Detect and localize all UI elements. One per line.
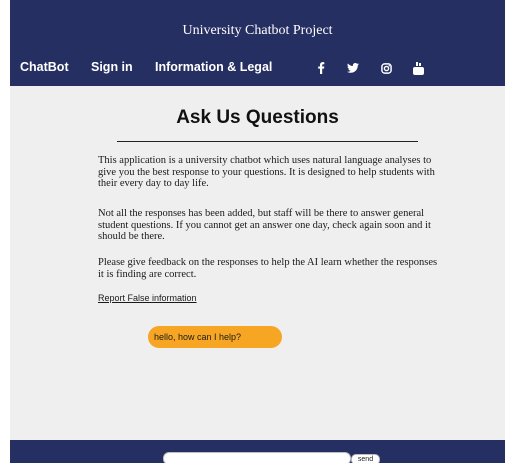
responses-paragraph: Not all the responses has been added, bu…	[98, 208, 431, 242]
nav-link-chatbot[interactable]: ChatBot	[20, 60, 69, 74]
chat-message-bubble: hello, how can I help?	[148, 326, 282, 348]
nav-bar: ChatBot Sign in Information & Legal	[10, 60, 505, 80]
send-button[interactable]: send	[351, 454, 380, 463]
report-false-information-link[interactable]: Report False information	[98, 293, 197, 303]
page-title: Ask Us Questions	[176, 107, 339, 128]
app-frame: University Chatbot Project ChatBot Sign …	[10, 0, 505, 463]
feedback-paragraph: Please give feedback on the responses to…	[98, 257, 438, 280]
title-divider	[117, 141, 418, 142]
chat-footer-bar: send	[10, 440, 505, 463]
chat-input[interactable]	[163, 452, 351, 463]
youtube-glyph	[412, 61, 424, 75]
nav-link-information-legal[interactable]: Information & Legal	[155, 60, 272, 74]
intro-paragraph: This application is a university chatbot…	[98, 155, 435, 189]
instagram-icon[interactable]	[379, 60, 393, 76]
site-title: University Chatbot Project	[182, 23, 333, 38]
twitter-glyph	[347, 63, 359, 73]
instagram-glyph	[380, 62, 392, 74]
twitter-icon[interactable]	[346, 60, 360, 76]
nav-link-sign-in[interactable]: Sign in	[91, 60, 133, 74]
facebook-icon[interactable]	[314, 60, 328, 76]
site-header: University Chatbot Project ChatBot Sign …	[10, 0, 505, 86]
youtube-icon[interactable]	[411, 60, 425, 76]
facebook-glyph	[318, 62, 325, 74]
